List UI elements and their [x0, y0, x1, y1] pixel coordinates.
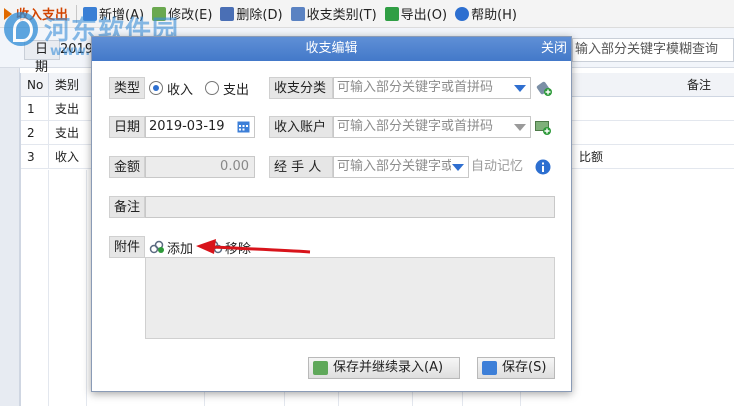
- note-field[interactable]: [145, 196, 555, 218]
- account-select[interactable]: 可输入部分关键字或首拼码: [333, 116, 531, 138]
- handler-label: 经 手 人: [269, 156, 333, 178]
- attach-add-button[interactable]: 添加: [149, 236, 193, 258]
- filter-date-label: 日期: [24, 40, 60, 75]
- grid-line: [48, 170, 49, 406]
- dialog-title: 收支编辑: [305, 41, 358, 56]
- category-icon: [290, 6, 305, 21]
- row-note: 比额: [579, 150, 604, 164]
- row-type: 支出: [49, 121, 93, 145]
- amount-label: 金额: [109, 156, 145, 178]
- date-label: 日期: [109, 116, 145, 138]
- close-button[interactable]: 关闭: [541, 37, 567, 61]
- amount-field[interactable]: 0.00: [145, 156, 255, 178]
- toolbar: 收入支出 新增(A) 修改(E) 删除(D) 收支类别(T) 导出(O) 帮助(…: [0, 0, 734, 28]
- category-button[interactable]: 收支类别(T): [287, 3, 381, 25]
- column-header-note[interactable]: 备注: [681, 73, 734, 97]
- date-field[interactable]: 2019-03-19: [145, 116, 255, 138]
- search-input[interactable]: 输入部分关键字模糊查询: [572, 38, 734, 62]
- row-number: 3: [21, 145, 49, 169]
- attachment-remove-icon: [209, 240, 223, 254]
- save-button[interactable]: 保存(S): [477, 357, 555, 379]
- dialog-title-bar[interactable]: 收支编辑 关闭: [92, 37, 571, 61]
- row-type: 支出: [49, 97, 93, 121]
- delete-icon: [220, 6, 235, 21]
- add-category-icon[interactable]: [536, 80, 552, 96]
- help-icon: [455, 6, 470, 21]
- save-continue-icon: [313, 361, 328, 375]
- save-icon: [482, 361, 497, 375]
- calendar-icon[interactable]: [237, 120, 250, 133]
- add-doc-icon: [83, 6, 98, 21]
- income-expense-dialog: 收支编辑 关闭 类型 收入 支出 收支分类 可输入部分关键字或首拼码 日期 20…: [91, 36, 572, 392]
- column-header-type[interactable]: 类别: [49, 73, 93, 97]
- type-expense-radio[interactable]: 支出: [205, 77, 249, 99]
- auto-memory-toggle[interactable]: 自动记忆: [471, 156, 523, 178]
- category-label: 收支分类: [269, 77, 333, 99]
- radio-selected-icon: [149, 81, 163, 95]
- note-label: 备注: [109, 196, 145, 218]
- type-label: 类型: [109, 77, 145, 99]
- attachment-add-icon: [149, 240, 164, 254]
- row-type: 收入: [49, 145, 93, 169]
- chevron-down-icon[interactable]: [514, 85, 526, 92]
- type-income-radio[interactable]: 收入: [149, 77, 193, 99]
- grid-row-header-stripe: [0, 68, 20, 406]
- chevron-down-icon[interactable]: [452, 164, 464, 171]
- grid-line: [86, 170, 87, 406]
- info-icon[interactable]: [535, 159, 551, 175]
- export-icon: [384, 6, 399, 21]
- handler-select[interactable]: 可输入部分关键字或首拼码: [333, 156, 469, 178]
- chevron-down-icon[interactable]: [514, 124, 526, 131]
- row-number: 2: [21, 121, 49, 145]
- row-number: 1: [21, 97, 49, 121]
- app-window: 收入支出 新增(A) 修改(E) 删除(D) 收支类别(T) 导出(O) 帮助(…: [0, 0, 734, 406]
- radio-unselected-icon: [205, 81, 219, 95]
- attachment-list[interactable]: [145, 257, 555, 339]
- edit-button[interactable]: 修改(E): [148, 3, 216, 25]
- play-icon: [4, 7, 12, 20]
- category-select[interactable]: 可输入部分关键字或首拼码: [333, 77, 531, 99]
- add-account-icon[interactable]: [535, 119, 551, 135]
- delete-button[interactable]: 删除(D): [216, 3, 286, 25]
- export-button[interactable]: 导出(O): [381, 3, 451, 25]
- column-header-no[interactable]: No: [21, 73, 49, 97]
- save-continue-button[interactable]: 保存并继续录入(A): [308, 357, 460, 379]
- edit-icon: [152, 6, 167, 21]
- help-button[interactable]: 帮助(H): [451, 3, 521, 25]
- account-label: 收入账户: [269, 116, 333, 138]
- toolbar-separator: [76, 4, 78, 23]
- toolbar-title: 收入支出: [0, 4, 74, 23]
- attachment-label: 附件: [109, 236, 145, 258]
- add-button[interactable]: 新增(A): [79, 3, 148, 25]
- attach-remove-button[interactable]: 移除: [209, 236, 251, 258]
